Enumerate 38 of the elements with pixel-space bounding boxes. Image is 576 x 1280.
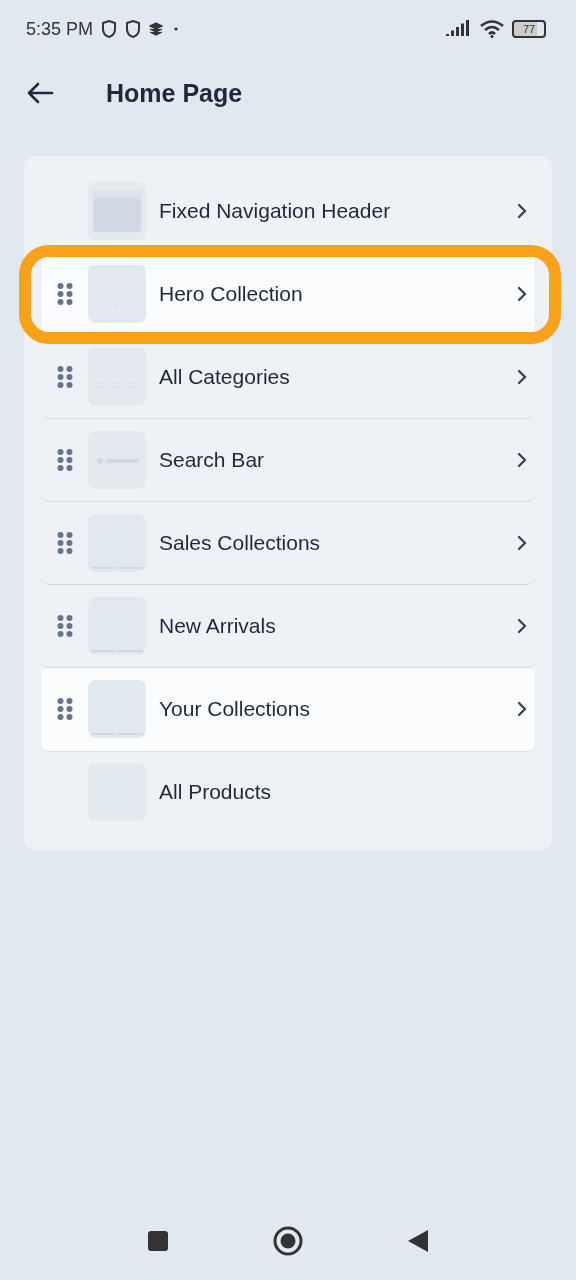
drag-handle-icon[interactable] [56,531,73,555]
section-label: Hero Collection [159,282,304,306]
back-button[interactable] [26,81,54,105]
section-label: Search Bar [159,448,266,472]
thumbnail-icon [88,431,146,489]
home-nav-icon[interactable] [273,1226,303,1256]
layers-icon [149,22,164,36]
page-title: Home Page [106,78,243,108]
section-row[interactable]: Your Collections [41,668,535,751]
battery-indicator: 77 [512,20,546,38]
section-label: New Arrivals [159,614,277,638]
section-label: Fixed Navigation Header [159,199,392,223]
section-row[interactable]: Fixed Navigation Header [41,170,535,253]
back-nav-icon[interactable] [407,1229,429,1253]
section-row[interactable]: Sales Collections [41,502,535,585]
thumbnail-icon [88,265,146,323]
section-row[interactable]: Search Bar [41,419,535,502]
drag-handle-icon[interactable] [56,448,73,472]
section-label: All Categories [159,365,291,389]
wifi-icon [480,20,504,38]
thumbnail-icon [88,514,146,572]
thumbnail-icon [88,680,146,738]
drag-handle-icon[interactable] [56,282,73,306]
section-row[interactable]: All Products [41,751,535,834]
thumbnail-icon [88,597,146,655]
drag-handle-icon[interactable] [56,697,73,721]
status-time: 5:35 PM [26,18,94,40]
shield-icon [101,20,118,38]
section-label: All Products [159,780,273,804]
section-label: Sales Collections [159,531,322,555]
thumbnail-icon [88,182,146,240]
drag-handle-icon[interactable] [56,365,73,389]
drag-handle-icon[interactable] [56,614,73,638]
shield-icon [125,20,142,38]
signal-icon [446,20,472,38]
section-label: Your Collections [159,697,311,721]
section-row[interactable]: All Categories [41,336,535,419]
square-nav-icon[interactable] [147,1230,169,1252]
